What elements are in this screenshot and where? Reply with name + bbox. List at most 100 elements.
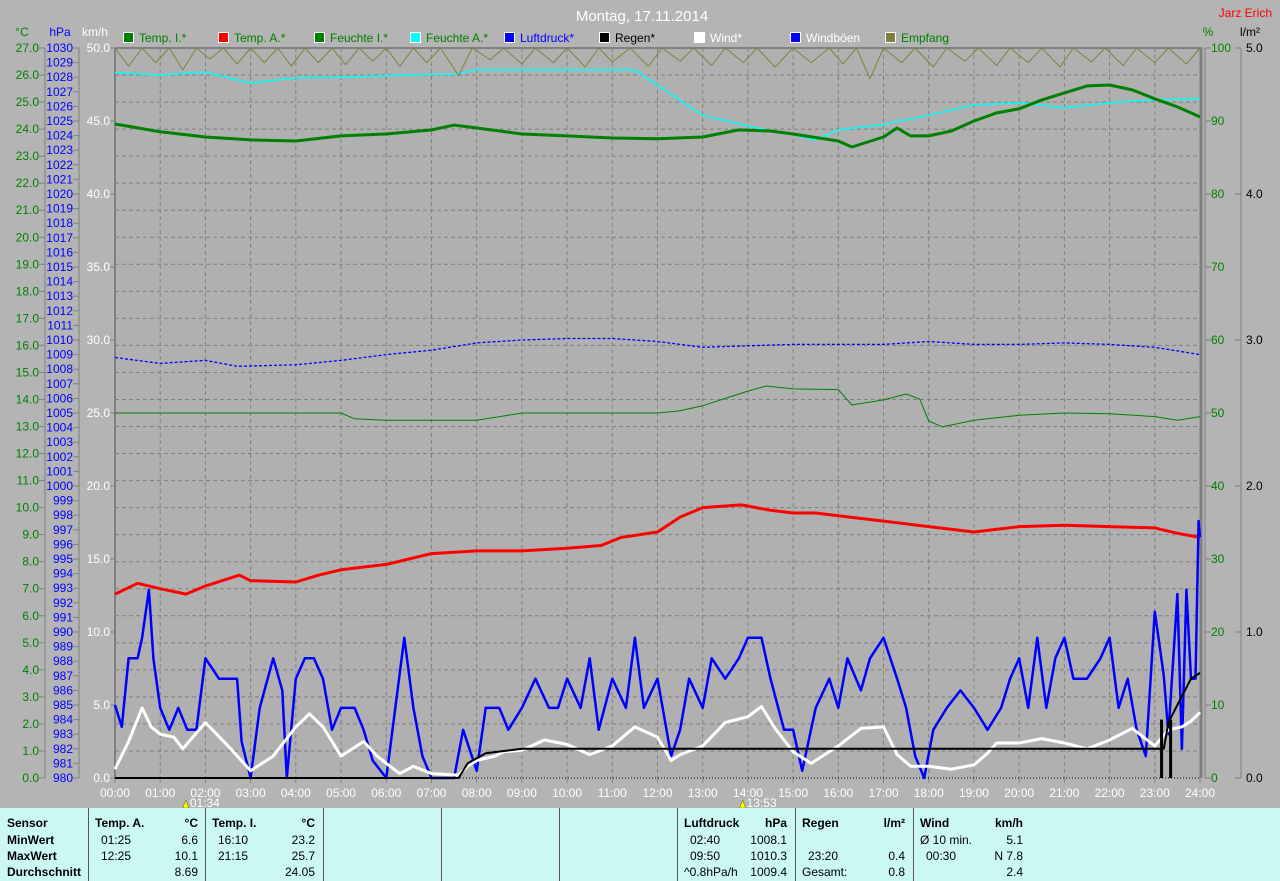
kmh-tick-label: 30.0 <box>87 333 111 347</box>
empty-table-section <box>559 808 677 881</box>
hpa-tick-label: 992 <box>53 596 73 610</box>
celsius-tick-label: 22.0 <box>16 176 40 190</box>
row-value: 0.4 <box>888 849 905 863</box>
hpa-tick-label: 999 <box>53 494 73 508</box>
row-time: Gesamt: <box>802 865 848 879</box>
hpa-tick-label: 1006 <box>46 391 73 405</box>
sensor-header: Sensor <box>7 816 48 830</box>
section-unit: km/h <box>994 816 1023 830</box>
hpa-tick-label: 982 <box>53 742 73 756</box>
section-title: Regen <box>802 816 839 830</box>
legend-label: Feuchte I.* <box>330 31 388 45</box>
user-name: Jarz Erich <box>1219 6 1272 20</box>
celsius-tick-label: 4.0 <box>22 663 39 677</box>
marker-time-label: 01:34 <box>190 796 220 808</box>
hpa-tick-label: 1016 <box>46 245 73 259</box>
legend-swatch <box>410 32 421 43</box>
legend-swatch <box>790 32 801 43</box>
legend-swatch <box>885 32 896 43</box>
x-tick-label: 20:00 <box>1004 786 1034 800</box>
hpa-tick-label: 1019 <box>46 202 73 216</box>
x-tick-label: 18:00 <box>914 786 944 800</box>
kmh-tick-label: 45.0 <box>87 114 111 128</box>
x-tick-label: 04:00 <box>281 786 311 800</box>
hpa-tick-label: 1013 <box>46 289 73 303</box>
rain-tick-label: 4.0 <box>1246 187 1263 201</box>
row-time: 09:50 <box>690 849 721 863</box>
row-value: 25.7 <box>291 849 315 863</box>
sensor-column: Sensor MinWert MaxWert Durchschnitt <box>0 808 88 881</box>
hpa-tick-label: 1027 <box>46 85 73 99</box>
sun-marker-icon <box>182 799 190 808</box>
percent-axis-title: % <box>1203 25 1214 39</box>
legend-swatch <box>599 32 610 43</box>
celsius-axis-title: °C <box>15 25 29 39</box>
row-value: 1010.3 <box>750 849 787 863</box>
kmh-tick-label: 25.0 <box>87 406 111 420</box>
statistics-table: Sensor MinWert MaxWert Durchschnitt Temp… <box>0 808 1280 881</box>
hpa-tick-label: 1028 <box>46 70 73 84</box>
row-time: 12:25 <box>101 849 132 863</box>
hpa-tick-label: 1011 <box>47 318 73 332</box>
hpa-tick-label: 1026 <box>46 99 73 113</box>
hpa-tick-label: 1014 <box>46 275 73 289</box>
hpa-tick-label: 1007 <box>46 377 73 391</box>
row-time: 21:15 <box>218 849 249 863</box>
legend-label: Wind* <box>710 31 742 45</box>
x-tick-label: 17:00 <box>869 786 899 800</box>
x-tick-label: 03:00 <box>236 786 266 800</box>
rain-tick-label: 0.0 <box>1246 771 1263 785</box>
row-time: Ø 10 min. <box>920 833 973 847</box>
celsius-tick-label: 26.0 <box>16 68 40 82</box>
chart-title: Montag, 17.11.2014 <box>576 8 708 25</box>
section-unit: l/m² <box>883 816 905 830</box>
table-section-regen: Regen l/m² 23:20 0.4 Gesamt: 0.8 <box>795 808 913 881</box>
kmh-tick-label: 20.0 <box>87 479 111 493</box>
legend-label: Regen* <box>615 31 655 45</box>
x-tick-label: 21:00 <box>1049 786 1079 800</box>
hpa-tick-label: 993 <box>53 581 73 595</box>
kmh-axis-title: km/h <box>82 25 108 39</box>
x-tick-label: 07:00 <box>416 786 446 800</box>
hpa-tick-label: 991 <box>53 610 73 624</box>
table-section-temp-a: Temp. A. °C 01:25 6.6 12:25 10.1 8.69 <box>88 808 206 881</box>
celsius-tick-label: 17.0 <box>16 311 40 325</box>
hpa-tick-label: 990 <box>53 625 73 639</box>
hpa-tick-label: 1010 <box>46 333 73 347</box>
celsius-tick-label: 3.0 <box>22 690 39 704</box>
x-tick-label: 12:00 <box>642 786 672 800</box>
legend-swatch <box>314 32 325 43</box>
hpa-tick-label: 1008 <box>46 362 73 376</box>
hpa-tick-label: 1020 <box>46 187 73 201</box>
celsius-tick-label: 11.0 <box>17 474 40 488</box>
row-value: 6.6 <box>181 833 198 847</box>
kmh-tick-label: 35.0 <box>87 260 111 274</box>
x-tick-label: 11:00 <box>598 786 627 800</box>
x-tick-label: 15:00 <box>778 786 808 800</box>
legend: Temp. I.* Temp. A.* Feuchte I.* Feuchte A.*… <box>123 31 949 45</box>
celsius-tick-label: 12.0 <box>16 447 40 461</box>
section-unit: °C <box>184 816 198 830</box>
legend-label: Temp. I.* <box>139 31 187 45</box>
weather-chart: Montag, 17.11.2014 Jarz Erich Temp. I.* T… <box>15 6 1272 808</box>
kmh-tick-label: 40.0 <box>87 187 111 201</box>
rain-tick-label: 1.0 <box>1246 625 1263 639</box>
rain-tick-label: 5.0 <box>1246 41 1263 55</box>
x-tick-label: 23:00 <box>1140 786 1170 800</box>
celsius-tick-label: 14.0 <box>16 392 40 406</box>
percent-tick-label: 10 <box>1211 698 1225 712</box>
section-unit: °C <box>301 816 315 830</box>
celsius-tick-label: 20.0 <box>16 230 40 244</box>
celsius-tick-label: 8.0 <box>22 555 39 569</box>
celsius-tick-label: 27.0 <box>16 41 40 55</box>
hpa-tick-label: 1030 <box>46 41 73 55</box>
row-value: N 7.8 <box>994 849 1023 863</box>
celsius-tick-label: 10.0 <box>16 501 40 515</box>
legend-swatch <box>218 32 229 43</box>
hpa-tick-label: 983 <box>53 727 73 741</box>
kmh-tick-label: 10.0 <box>87 625 111 639</box>
legend-label: Feuchte A.* <box>426 31 488 45</box>
hpa-tick-label: 1024 <box>46 129 73 143</box>
celsius-tick-label: 0.0 <box>22 771 39 785</box>
celsius-tick-label: 23.0 <box>16 149 40 163</box>
